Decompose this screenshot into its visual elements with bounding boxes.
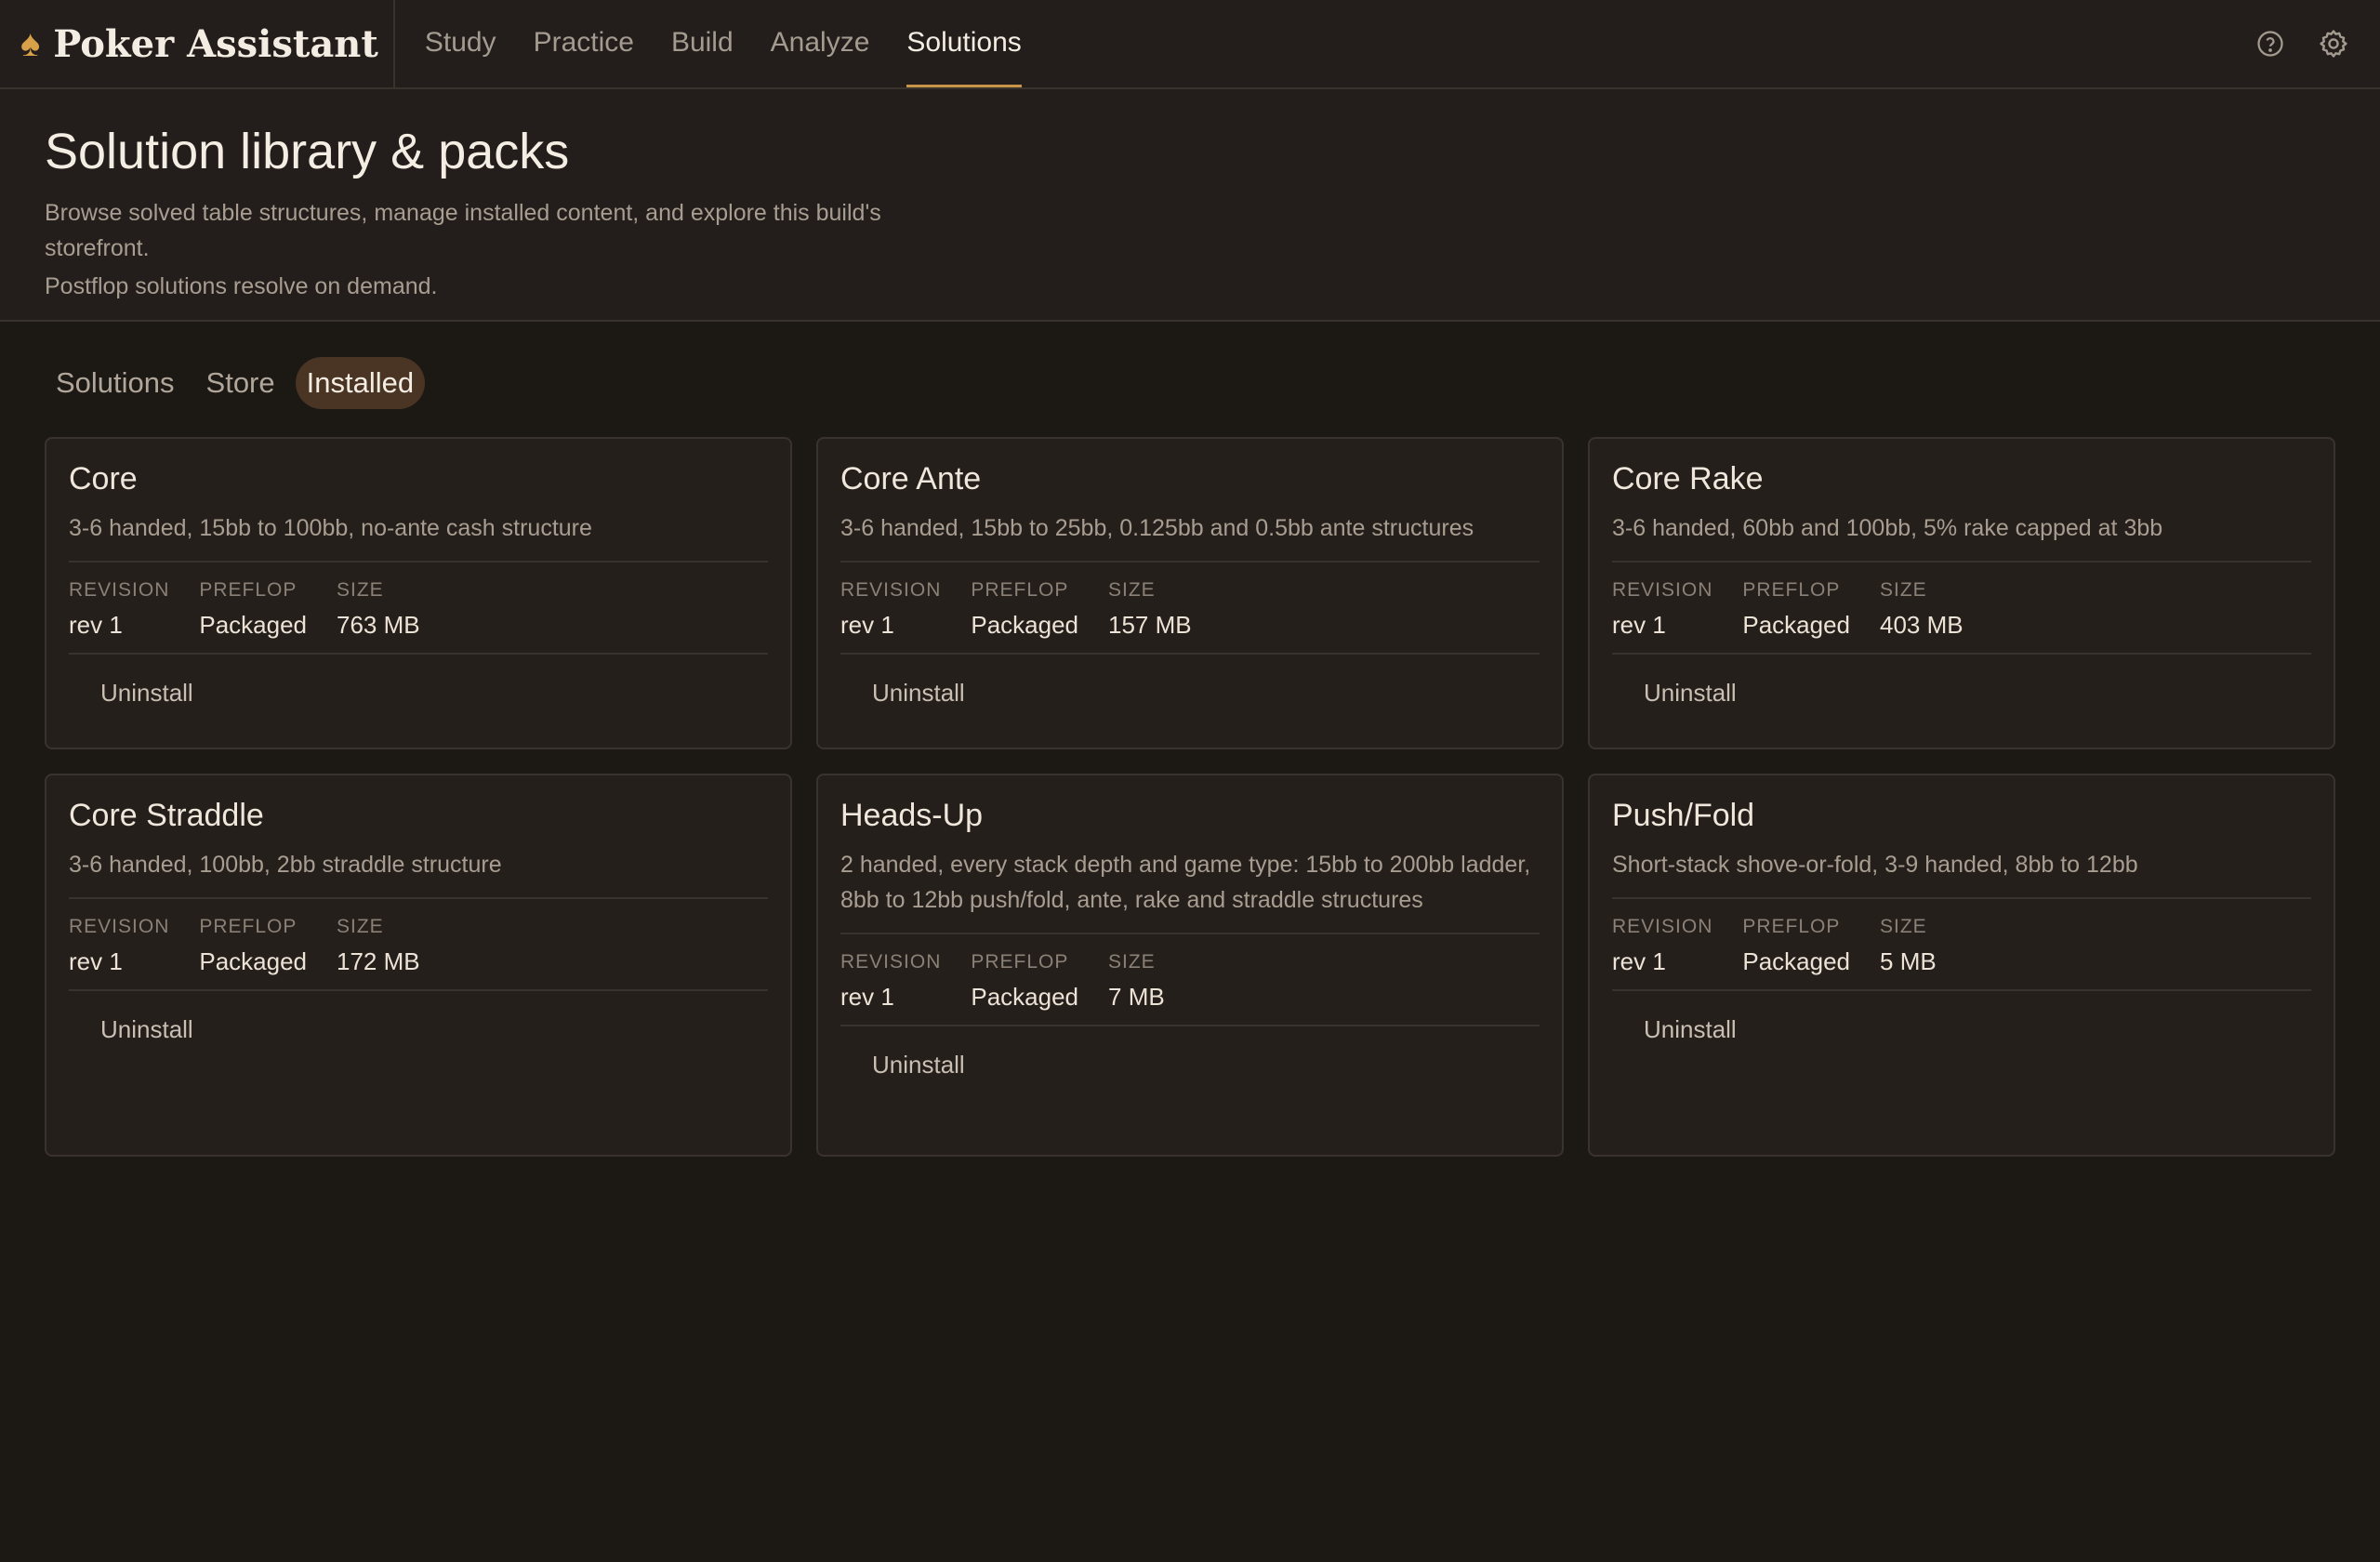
pack-title: Core Rake bbox=[1612, 461, 1764, 496]
tab-installed[interactable]: Installed bbox=[295, 357, 426, 409]
pack-description: 2 handed, every stack depth and game typ… bbox=[840, 847, 1540, 934]
size-value: 172 MB bbox=[337, 947, 420, 975]
uninstall-button[interactable]: Uninstall bbox=[78, 1006, 216, 1053]
preflop-label: PREFLOP bbox=[199, 579, 298, 601]
preflop-value: Packaged bbox=[199, 611, 308, 639]
tab-store[interactable]: Store bbox=[195, 357, 286, 409]
pack-card-core-rake: Core Rake 3-6 handed, 60bb and 100bb, 5%… bbox=[1588, 437, 2335, 749]
pack-description: Short-stack shove-or-fold, 3-9 handed, 8… bbox=[1612, 847, 2311, 899]
revision-value: rev 1 bbox=[840, 611, 894, 639]
pack-meta: REVISION rev 1 PREFLOP Packaged SIZE 157 MB bbox=[840, 563, 1540, 655]
revision-value: rev 1 bbox=[840, 983, 894, 1011]
uninstall-button[interactable]: Uninstall bbox=[1621, 669, 1759, 717]
nav-solutions[interactable]: Solutions bbox=[906, 0, 1022, 87]
size-value: 763 MB bbox=[337, 611, 420, 639]
brand[interactable]: ♠ Poker Assistant bbox=[0, 0, 395, 87]
pack-card-core-straddle: Core Straddle 3-6 handed, 100bb, 2bb str… bbox=[45, 774, 792, 1157]
uninstall-button[interactable]: Uninstall bbox=[1621, 1006, 1759, 1053]
revision-value: rev 1 bbox=[69, 611, 123, 639]
nav-build[interactable]: Build bbox=[671, 0, 734, 87]
uninstall-button[interactable]: Uninstall bbox=[850, 1041, 987, 1089]
size-label: SIZE bbox=[337, 579, 384, 601]
gear-icon[interactable] bbox=[2317, 27, 2350, 60]
preflop-value: Packaged bbox=[971, 611, 1079, 639]
revision-label: REVISION bbox=[69, 579, 170, 601]
pack-meta: REVISION rev 1 PREFLOP Packaged SIZE 5 MB bbox=[1612, 899, 2311, 991]
preflop-label: PREFLOP bbox=[971, 951, 1069, 973]
size-label: SIZE bbox=[1108, 951, 1156, 973]
size-label: SIZE bbox=[337, 916, 384, 937]
tab-solutions[interactable]: Solutions bbox=[45, 357, 186, 409]
preflop-label: PREFLOP bbox=[199, 916, 298, 937]
uninstall-button[interactable]: Uninstall bbox=[78, 669, 216, 717]
help-icon[interactable] bbox=[2254, 27, 2287, 60]
top-bar: ♠ Poker Assistant Study Practice Build A… bbox=[0, 0, 2380, 89]
page-header: Solution library & packs Browse solved t… bbox=[0, 89, 2380, 322]
pack-card-core: Core 3-6 handed, 15bb to 100bb, no-ante … bbox=[45, 437, 792, 749]
installed-packs-grid: Core 3-6 handed, 15bb to 100bb, no-ante … bbox=[0, 437, 2380, 1157]
main-nav: Study Practice Build Analyze Solutions bbox=[395, 0, 1022, 87]
page-description: Browse solved table structures, manage i… bbox=[45, 200, 881, 261]
spade-icon: ♠ bbox=[20, 23, 41, 64]
size-label: SIZE bbox=[1880, 579, 1927, 601]
pack-card-heads-up: Heads-Up 2 handed, every stack depth and… bbox=[816, 774, 1564, 1157]
revision-label: REVISION bbox=[1612, 916, 1713, 937]
preflop-label: PREFLOP bbox=[1742, 579, 1841, 601]
preflop-label: PREFLOP bbox=[971, 579, 1069, 601]
preflop-value: Packaged bbox=[1742, 947, 1851, 975]
revision-label: REVISION bbox=[840, 579, 942, 601]
revision-value: rev 1 bbox=[1612, 611, 1666, 639]
uninstall-button[interactable]: Uninstall bbox=[850, 669, 987, 717]
nav-practice[interactable]: Practice bbox=[534, 0, 634, 87]
nav-analyze[interactable]: Analyze bbox=[771, 0, 870, 87]
preflop-label: PREFLOP bbox=[1742, 916, 1841, 937]
revision-value: rev 1 bbox=[1612, 947, 1666, 975]
size-value: 7 MB bbox=[1108, 983, 1165, 1011]
pack-description: 3-6 handed, 15bb to 25bb, 0.125bb and 0.… bbox=[840, 510, 1540, 563]
pack-title: Core bbox=[69, 461, 138, 496]
size-value: 403 MB bbox=[1880, 611, 1964, 639]
pack-card-push-fold: Push/Fold Short-stack shove-or-fold, 3-9… bbox=[1588, 774, 2335, 1157]
app-name: Poker Assistant bbox=[53, 21, 378, 66]
revision-label: REVISION bbox=[1612, 579, 1713, 601]
size-label: SIZE bbox=[1108, 579, 1156, 601]
pack-meta: REVISION rev 1 PREFLOP Packaged SIZE 172 MB bbox=[69, 899, 768, 991]
nav-study[interactable]: Study bbox=[425, 0, 496, 87]
pack-title: Heads-Up bbox=[840, 798, 984, 833]
revision-label: REVISION bbox=[840, 951, 942, 973]
preflop-value: Packaged bbox=[1742, 611, 1851, 639]
pack-description: 3-6 handed, 100bb, 2bb straddle structur… bbox=[69, 847, 768, 899]
top-actions bbox=[2254, 0, 2380, 87]
library-tabs: Solutions Store Installed bbox=[0, 322, 2380, 437]
preflop-value: Packaged bbox=[971, 983, 1079, 1011]
pack-meta: REVISION rev 1 PREFLOP Packaged SIZE 763 MB bbox=[69, 563, 768, 655]
revision-label: REVISION bbox=[69, 916, 170, 937]
pack-title: Core Straddle bbox=[69, 798, 264, 833]
pack-description: 3-6 handed, 60bb and 100bb, 5% rake capp… bbox=[1612, 510, 2311, 563]
pack-title: Core Ante bbox=[840, 461, 982, 496]
pack-card-core-ante: Core Ante 3-6 handed, 15bb to 25bb, 0.12… bbox=[816, 437, 1564, 749]
pack-meta: REVISION rev 1 PREFLOP Packaged SIZE 403 MB bbox=[1612, 563, 2311, 655]
page-title: Solution library & packs bbox=[45, 124, 570, 179]
revision-value: rev 1 bbox=[69, 947, 123, 975]
size-label: SIZE bbox=[1880, 916, 1927, 937]
preflop-value: Packaged bbox=[199, 947, 308, 975]
pack-title: Push/Fold bbox=[1612, 798, 1755, 833]
pack-meta: REVISION rev 1 PREFLOP Packaged SIZE 7 MB bbox=[840, 934, 1540, 1026]
pack-description: 3-6 handed, 15bb to 100bb, no-ante cash … bbox=[69, 510, 768, 563]
size-value: 5 MB bbox=[1880, 947, 1937, 975]
size-value: 157 MB bbox=[1108, 611, 1192, 639]
page-note: Postflop solutions resolve on demand. bbox=[45, 273, 438, 299]
